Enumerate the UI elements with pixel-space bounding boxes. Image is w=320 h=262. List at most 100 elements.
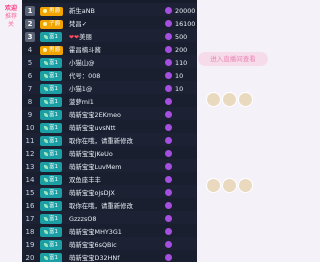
user-name-text: 萌新宝宝uvsNtt	[69, 124, 116, 132]
user-name[interactable]: GzzzsO8	[69, 214, 159, 224]
wealth-level-badge: 富1	[40, 201, 62, 211]
contribution-score	[165, 149, 197, 159]
rank-number: 7	[27, 85, 33, 93]
user-name[interactable]: 萌新宝宝uvsNtt	[69, 123, 159, 133]
user-name[interactable]: 萌新宝宝6sQBic	[69, 240, 159, 250]
enter-live-room-button[interactable]: 进入直播间查看	[198, 52, 268, 66]
wealth-level-badge: 富1	[40, 149, 62, 159]
leaf-icon	[44, 99, 48, 104]
user-name-text: 菠萝mi1	[69, 98, 94, 106]
contribution-score	[165, 110, 197, 120]
user-name[interactable]: 小猫1@	[69, 84, 159, 94]
user-name[interactable]: 双鱼座丰丰	[69, 175, 159, 185]
user-name[interactable]: 代号：008	[69, 71, 159, 81]
score-value: 10	[175, 72, 184, 80]
rank-number: 15	[25, 189, 35, 197]
noble-badge-label: 子爵	[49, 21, 61, 27]
user-name[interactable]: ❤❤美丽	[69, 32, 159, 42]
contribution-score: 16100	[165, 19, 197, 29]
rank-number: 20	[25, 254, 35, 262]
rank-number: 17	[25, 215, 35, 223]
wealth-level-label: 富1	[49, 99, 58, 105]
contribution-score	[165, 214, 197, 224]
coin-icon	[165, 136, 172, 144]
coin-icon	[165, 214, 172, 222]
wealth-level-label: 富1	[49, 164, 58, 170]
user-name-text: 美丽	[79, 33, 92, 41]
leaf-icon	[44, 60, 48, 65]
user-name[interactable]: 萌新宝宝ojsDJX	[69, 188, 159, 198]
user-name-text: 萌新宝宝MHY3G1	[69, 228, 122, 236]
coin-icon	[165, 6, 172, 14]
leaf-icon	[44, 34, 48, 39]
rank-number: 9	[27, 111, 33, 119]
coin-icon	[165, 162, 172, 170]
user-name[interactable]: 取你在哦，请重新修改	[69, 201, 159, 211]
coin-icon	[165, 240, 172, 248]
contribution-score	[165, 188, 197, 198]
user-name[interactable]: 萌新宝宝MHY3G1	[69, 227, 159, 237]
wealth-level-badge: 富1	[40, 240, 62, 250]
user-name-text: 霍昌楠斗酱	[69, 46, 101, 54]
rank-list-panel[interactable]: 1 男爵 新生aNB 20000 2 子爵 梵昌✓ 16100 3 富1 ❤❤美丽 500 4 男爵 霍昌楠…	[22, 0, 197, 262]
noble-badge: 子爵	[40, 20, 64, 29]
user-name[interactable]: 萌新宝宝LuvMem	[69, 162, 159, 172]
leaf-icon	[44, 229, 48, 234]
user-name[interactable]: 新生aNB	[69, 6, 159, 16]
coin-icon	[165, 201, 172, 209]
wealth-level-badge: 富1	[40, 188, 62, 198]
wealth-level-label: 富1	[49, 216, 58, 222]
side-tab-strip: 欢迎 推荐 关	[0, 0, 22, 262]
user-name-text: 双鱼座丰丰	[69, 176, 101, 184]
user-name[interactable]: 菠萝mi1	[69, 97, 159, 107]
user-name[interactable]: 萌新宝宝jKeUo	[69, 149, 159, 159]
tab-follow[interactable]: 关	[2, 21, 20, 28]
wealth-level-label: 富1	[49, 112, 58, 118]
rank-number: 18	[25, 228, 35, 236]
coin-icon	[165, 32, 172, 40]
contribution-score	[165, 201, 197, 211]
wealth-level-badge: 富1	[40, 123, 62, 133]
user-name-text: 取你在哦，请重新修改	[69, 137, 133, 145]
user-name[interactable]: 萌新宝宝D32HNf	[69, 253, 159, 262]
contribution-score	[165, 136, 197, 146]
user-name[interactable]: 小猫山@	[69, 58, 159, 68]
rank-number: 10	[25, 124, 35, 132]
user-name[interactable]: 霍昌楠斗酱	[69, 45, 159, 55]
wealth-level-label: 富1	[49, 229, 58, 235]
user-name[interactable]: 取你在哦，请重新修改	[69, 136, 159, 146]
contribution-score	[165, 253, 197, 262]
rank-number: 11	[25, 137, 35, 145]
leaf-icon	[44, 86, 48, 91]
contribution-score	[165, 97, 197, 107]
coin-icon	[165, 19, 172, 27]
rank-row[interactable]: 20 富1 萌新宝宝D32HNf	[22, 250, 197, 262]
bg-avatar	[238, 92, 253, 107]
crown-icon	[43, 8, 47, 13]
coin-icon	[165, 123, 172, 131]
score-value: 110	[175, 59, 188, 67]
leaf-icon	[44, 203, 48, 208]
user-name[interactable]: 萌新宝宝2EKmeo	[69, 110, 159, 120]
user-name-text: 小猫山@	[69, 59, 95, 67]
rank-number: 14	[25, 176, 35, 184]
wealth-level-badge: 富1	[40, 214, 62, 224]
noble-badge-label: 男爵	[49, 8, 61, 14]
wealth-level-label: 富1	[49, 125, 58, 131]
contribution-score	[165, 162, 197, 172]
user-name[interactable]: 梵昌✓	[69, 19, 159, 29]
wealth-level-badge: 富1	[40, 97, 62, 107]
leaf-icon	[44, 190, 48, 195]
tab-welcome[interactable]: 欢迎	[2, 5, 20, 12]
wealth-level-label: 富1	[49, 255, 58, 261]
leaf-icon	[44, 164, 48, 169]
wealth-level-label: 富1	[49, 86, 58, 92]
bg-avatar	[222, 178, 237, 193]
user-name-text: 萌新宝宝LuvMem	[69, 163, 122, 171]
coin-icon	[165, 71, 172, 79]
rank-number: 3	[25, 32, 35, 42]
coin-icon	[165, 97, 172, 105]
leaf-icon	[44, 112, 48, 117]
tab-recommend[interactable]: 推荐	[2, 13, 20, 20]
wealth-level-label: 富1	[49, 242, 58, 248]
